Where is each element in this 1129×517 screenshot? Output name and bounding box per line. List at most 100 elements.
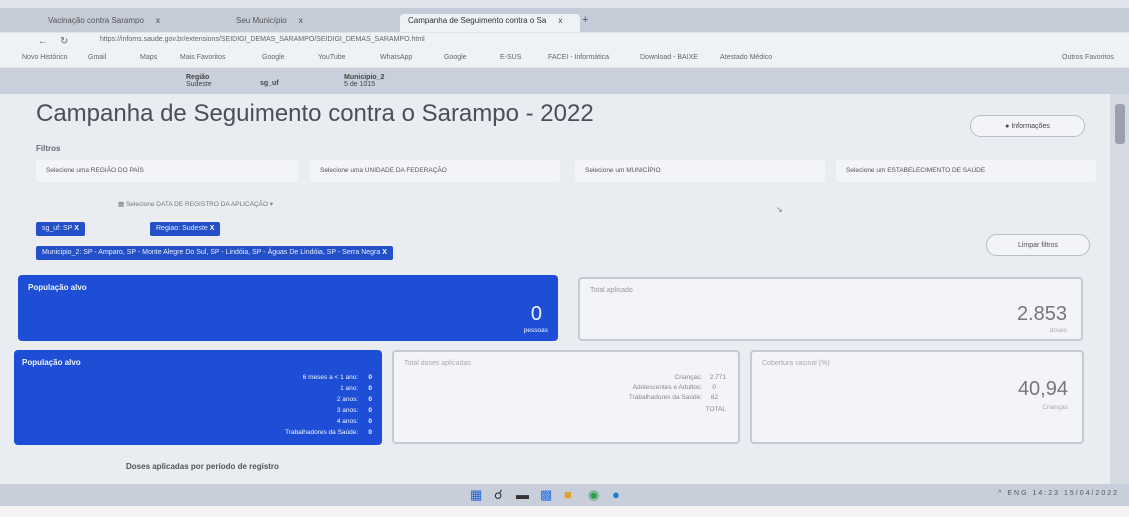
age-row: 6 meses a < 1 ano: 0 bbox=[303, 374, 372, 381]
tab-label: Campanha de Seguimento contra o Sa bbox=[408, 16, 547, 25]
chip-remove-icon[interactable]: X bbox=[382, 249, 387, 256]
tab-label: Seu Município bbox=[236, 16, 287, 25]
close-icon[interactable]: x bbox=[156, 16, 160, 25]
bookmark-item[interactable]: FACEI - Informática bbox=[548, 54, 609, 61]
bookmark-item[interactable]: Download - BAIXE bbox=[640, 54, 698, 61]
chip-value: SP - Amparo, SP - Monte Alegre Do Sul, S… bbox=[83, 249, 381, 256]
bookmark-item[interactable]: WhatsApp bbox=[380, 54, 412, 61]
close-icon[interactable]: x bbox=[558, 16, 562, 25]
kpi-card-total: Total aplicado 2.853 doses bbox=[578, 277, 1083, 341]
coverage-unit: Crianças bbox=[1042, 404, 1068, 411]
age-row-value: 0 bbox=[368, 418, 372, 425]
reload-icon[interactable]: ↻ bbox=[60, 36, 68, 47]
uf-select[interactable]: Selecione uma UNIDADE DA FEDERAÇÃO bbox=[310, 160, 560, 182]
age-row-label: Trabalhadores da Saúde: bbox=[285, 429, 359, 436]
age-card: População alvo 6 meses a < 1 ano: 0 1 an… bbox=[14, 350, 382, 445]
age-row-value: 0 bbox=[368, 407, 372, 414]
bookmark-item[interactable]: Outros Favoritos bbox=[1062, 54, 1114, 61]
kpi-value: 2.853 bbox=[1016, 303, 1067, 325]
bookmark-item[interactable]: Mais Favoritos bbox=[180, 54, 226, 61]
filter-chip-municipio[interactable]: Municipio_2: SP - Amparo, SP - Monte Ale… bbox=[36, 246, 393, 260]
date-filter[interactable]: ▦ Selecione DATA DE REGISTRO DA APLICAÇÃ… bbox=[118, 200, 273, 208]
age-row: 4 anos: 0 bbox=[337, 418, 372, 425]
close-icon[interactable]: x bbox=[299, 16, 303, 25]
dose-row-value: 2.771 bbox=[709, 374, 726, 381]
age-row-label: 4 anos: bbox=[336, 418, 359, 425]
chip-key: sg_uf: bbox=[42, 225, 62, 232]
dose-row-value: 0 bbox=[712, 384, 716, 391]
info-button-label: Informações bbox=[1011, 123, 1050, 130]
doses-card: Total doses aplicadas Crianças: 2.771 Ad… bbox=[392, 350, 740, 444]
search-icon[interactable]: ☌ bbox=[494, 487, 503, 503]
age-row-label: 2 anos: bbox=[336, 396, 359, 403]
selection-label: Região bbox=[186, 74, 210, 81]
tab-campanha[interactable]: Campanha de Seguimento contra o Sa x bbox=[400, 14, 580, 32]
estabelecimento-select[interactable]: Selecione um ESTABELECIMENTO DE SAÚDE bbox=[836, 160, 1096, 182]
age-row-value: 0 bbox=[368, 429, 372, 436]
back-icon[interactable]: ← bbox=[38, 36, 48, 47]
bookmarks-bar: Novo Histórico Gmail Maps Mais Favoritos… bbox=[0, 51, 1129, 67]
mouse-cursor-icon: ↘ bbox=[776, 205, 783, 214]
selection-label: Municipio_2 bbox=[344, 74, 385, 81]
chrome-icon[interactable]: ◉ bbox=[588, 487, 599, 503]
age-row: Trabalhadores da Saúde: 0 bbox=[285, 429, 372, 436]
chip-remove-icon[interactable]: X bbox=[74, 225, 79, 232]
chip-value: SP bbox=[63, 225, 73, 232]
age-row-value: 0 bbox=[368, 385, 372, 392]
age-row-label: 3 anos: bbox=[336, 407, 359, 414]
age-row-label: 6 meses a < 1 ano: bbox=[302, 374, 359, 381]
edge-icon[interactable]: ● bbox=[612, 487, 620, 502]
scrollbar[interactable] bbox=[1110, 94, 1129, 484]
dose-row-label: Trabalhadores da Saúde: bbox=[628, 394, 702, 401]
selection-value: Sudeste bbox=[186, 81, 212, 88]
filter-chip-regiao[interactable]: Regiao: Sudeste X bbox=[150, 222, 221, 236]
selection-uf[interactable]: sg_uf bbox=[260, 80, 279, 87]
bookmark-item[interactable]: Gmail bbox=[88, 54, 106, 61]
age-row-label: 1 ano: bbox=[340, 385, 359, 392]
url-field[interactable]: https://infoms.saude.gov.br/extensions/S… bbox=[100, 36, 425, 43]
coverage-value: 40,94 bbox=[1017, 378, 1068, 400]
dose-row-label: Adolescentes e Adultos: bbox=[632, 384, 702, 391]
qlik-selection-bar bbox=[0, 68, 1129, 94]
chip-remove-icon[interactable]: X bbox=[210, 225, 215, 232]
kpi-unit: doses bbox=[1049, 327, 1067, 334]
bookmark-item[interactable]: Google bbox=[262, 54, 285, 61]
widgets-icon[interactable]: ▩ bbox=[540, 487, 552, 503]
selection-value: 5 de 1015 bbox=[344, 81, 376, 88]
info-button[interactable]: ● Informações bbox=[970, 115, 1085, 137]
region-select[interactable]: Selecione uma REGIÃO DO PAÍS bbox=[36, 160, 298, 182]
selection-municipio[interactable]: Municipio_2 5 de 1015 bbox=[344, 74, 384, 88]
scrollbar-thumb[interactable] bbox=[1115, 104, 1125, 144]
tab-vacinacao[interactable]: Vacinação contra Sarampo x bbox=[40, 14, 168, 32]
bottom-edge bbox=[0, 506, 1129, 517]
system-tray[interactable]: ^ ENG 14:23 15/04/2022 bbox=[998, 490, 1119, 497]
age-card-title: População alvo bbox=[22, 358, 81, 367]
filter-chip-uf[interactable]: sg_uf: SP X bbox=[36, 222, 85, 236]
tab-seu-municipio[interactable]: Seu Município x bbox=[228, 14, 311, 32]
bookmark-item[interactable]: E-SUS bbox=[500, 54, 521, 61]
municipio-select[interactable]: Selecione um MUNICÍPIO bbox=[575, 160, 825, 182]
bookmark-item[interactable]: Atestado Médico bbox=[720, 54, 772, 61]
kpi-title: População alvo bbox=[28, 283, 87, 292]
coverage-card: Cobertura vacinal (%) 40,94 Crianças bbox=[750, 350, 1084, 444]
chip-key: Municipio_2: bbox=[42, 249, 82, 256]
age-row: 1 ano: 0 bbox=[340, 385, 372, 392]
coverage-card-title: Cobertura vacinal (%) bbox=[762, 360, 830, 367]
bookmark-item[interactable]: Maps bbox=[140, 54, 157, 61]
kpi-card-populacao: População alvo 0 pessoas bbox=[18, 275, 558, 341]
clear-filters-button[interactable]: Limpar filtros bbox=[986, 234, 1090, 256]
bookmark-item[interactable]: Google bbox=[444, 54, 467, 61]
start-icon[interactable]: ▦ bbox=[470, 487, 482, 503]
bookmark-item[interactable]: YouTube bbox=[318, 54, 346, 61]
new-tab-button[interactable]: + bbox=[582, 14, 588, 26]
selection-region[interactable]: Região Sudeste bbox=[186, 74, 212, 88]
browser-window: Vacinação contra Sarampo x Seu Município x… bbox=[0, 0, 1129, 517]
taskview-icon[interactable]: ▬ bbox=[516, 487, 529, 502]
dose-row-label: Crianças: bbox=[674, 374, 702, 381]
kpi-unit: pessoas bbox=[523, 327, 548, 334]
tab-label: Vacinação contra Sarampo bbox=[48, 16, 144, 25]
kpi-value: 0 bbox=[530, 303, 542, 325]
bookmark-item[interactable]: Novo Histórico bbox=[22, 54, 68, 61]
age-row-value: 0 bbox=[368, 396, 372, 403]
file-explorer-icon[interactable]: ■ bbox=[564, 487, 572, 502]
